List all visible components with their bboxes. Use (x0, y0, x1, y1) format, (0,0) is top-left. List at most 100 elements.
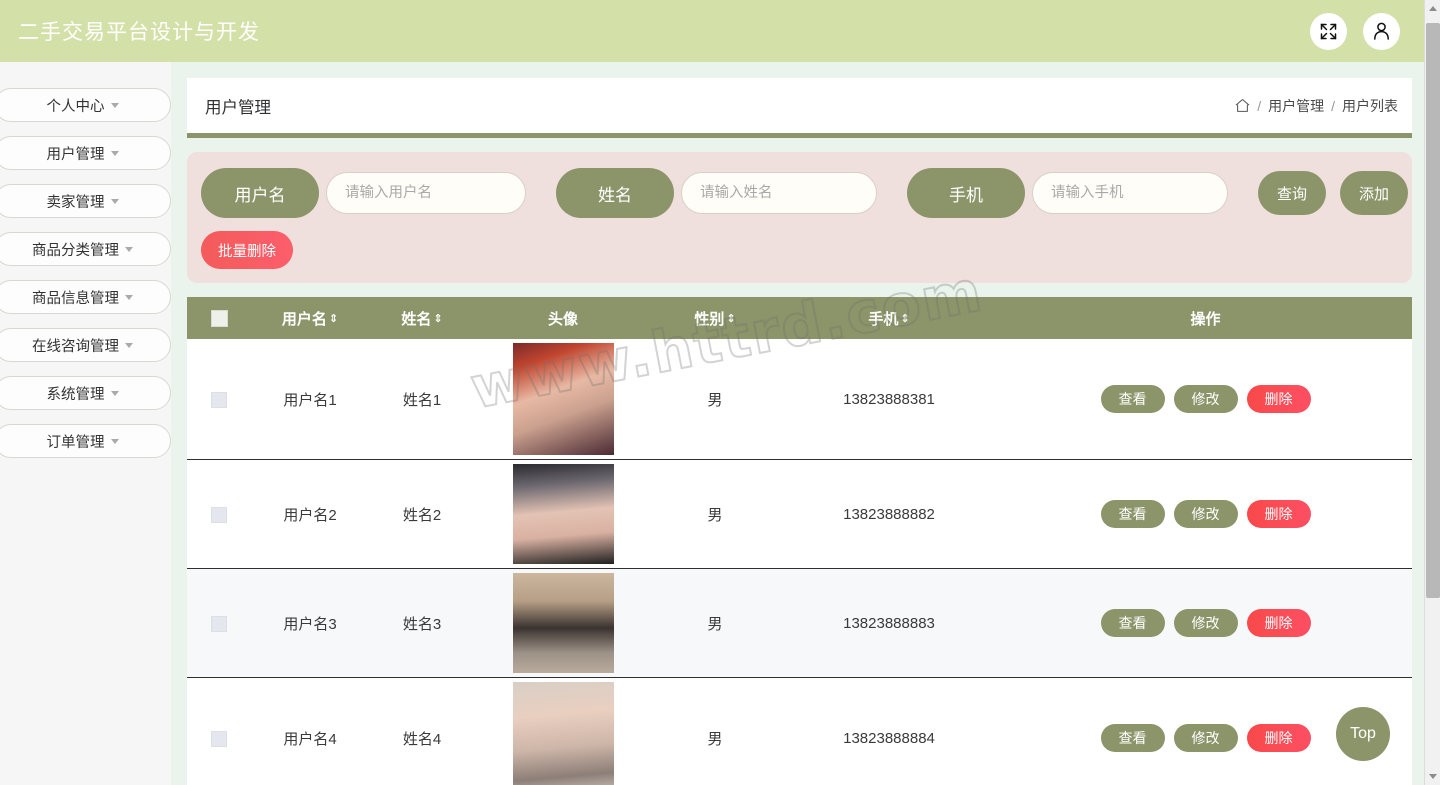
table-row: 用户名4 姓名4 男 13823888884 查看 修改 删除 (187, 677, 1412, 785)
chevron-down-icon (110, 198, 119, 204)
row-select-checkbox[interactable] (211, 506, 227, 523)
chevron-down-icon (110, 390, 119, 396)
view-button[interactable]: 查看 (1100, 385, 1165, 413)
cell-username: 用户名1 (251, 339, 369, 460)
app-root: 二手交易平台设计与开发 个人中心 用户管理 卖家管理 商品分类管理 商品信息管理… (0, 0, 1440, 785)
row-select-checkbox[interactable] (211, 391, 227, 408)
phone-input[interactable] (1032, 172, 1228, 214)
cell-gender: 男 (651, 677, 779, 785)
scrollbar-down-arrow[interactable] (1425, 768, 1440, 785)
breadcrumb: / 用户管理 / 用户列表 (1235, 96, 1398, 116)
cell-phone: 13823888882 (779, 459, 999, 569)
sort-icon-name[interactable]: ⇕ (433, 314, 442, 325)
edit-button[interactable]: 修改 (1173, 724, 1238, 752)
sidebar-item-label: 商品信息管理 (32, 290, 119, 307)
scrollbar-thumb[interactable] (1426, 23, 1440, 598)
page-header: 用户管理 / 用户管理 / 用户列表 (187, 78, 1412, 138)
cell-avatar (475, 677, 651, 785)
row-checkbox-cell (187, 339, 251, 460)
search-panel: 用户名 姓名 手机 查询 添加 批量删除 (187, 152, 1412, 283)
query-button[interactable]: 查询 (1258, 171, 1326, 215)
sort-icon-gender[interactable]: ⇕ (726, 314, 735, 325)
cell-username: 用户名3 (251, 568, 369, 678)
row-checkbox-cell (187, 568, 251, 678)
table-body: 用户名1 姓名1 男 13823888381 查看 修改 删除 用户名2 姓名2 男 1382388… (187, 339, 1412, 785)
back-to-top-button[interactable]: Top (1336, 707, 1390, 761)
view-button[interactable]: 查看 (1100, 724, 1165, 752)
column-header-phone[interactable]: 手机 ⇕ (779, 297, 999, 339)
cell-phone: 13823888381 (779, 339, 999, 460)
column-header-gender[interactable]: 性别 ⇕ (651, 297, 779, 339)
sidebar-item-3[interactable]: 商品分类管理 (0, 232, 171, 266)
breadcrumb-item-user-management[interactable]: 用户管理 (1268, 96, 1324, 116)
page-scrollbar[interactable] (1424, 0, 1440, 785)
home-icon[interactable] (1235, 98, 1250, 113)
user-icon (1373, 22, 1390, 40)
row-actions: 查看 修改 删除 (999, 500, 1412, 528)
sidebar-item-label: 卖家管理 (46, 194, 105, 211)
select-all-checkbox[interactable] (210, 309, 228, 327)
cell-avatar (475, 459, 651, 569)
row-actions: 查看 修改 删除 (999, 609, 1412, 637)
sidebar-item-1[interactable]: 用户管理 (0, 136, 171, 170)
delete-button[interactable]: 删除 (1246, 609, 1311, 637)
sort-icon-phone[interactable]: ⇕ (900, 314, 909, 325)
row-checkbox-cell (187, 459, 251, 569)
column-label-gender: 性别 (694, 310, 725, 328)
table-head: 用户名 ⇕ 姓名 ⇕ 头像 性别 ⇕ 手机 ⇕ 操作 (187, 297, 1412, 339)
add-button[interactable]: 添加 (1340, 171, 1408, 215)
username-input[interactable] (326, 172, 526, 214)
delete-button[interactable]: 删除 (1246, 385, 1311, 413)
edit-button[interactable]: 修改 (1173, 500, 1238, 528)
cell-operations: 查看 修改 删除 (999, 568, 1412, 678)
sidebar-menu: 个人中心用户管理卖家管理商品分类管理商品信息管理 在线咨询管理系统管理订单管理 (0, 88, 171, 458)
cell-operations: 查看 修改 删除 (999, 339, 1412, 460)
column-header-name[interactable]: 姓名 ⇕ (369, 297, 475, 339)
name-input[interactable] (681, 172, 877, 214)
cell-username: 用户名2 (251, 459, 369, 569)
user-avatar-button[interactable] (1363, 12, 1400, 50)
view-button[interactable]: 查看 (1100, 609, 1165, 637)
fullscreen-button[interactable] (1310, 12, 1347, 50)
delete-button[interactable]: 删除 (1246, 500, 1311, 528)
column-header-avatar: 头像 (475, 297, 651, 339)
sort-icon-username[interactable]: ⇕ (329, 314, 338, 325)
row-checkbox-cell (187, 677, 251, 785)
column-header-username[interactable]: 用户名 ⇕ (251, 297, 369, 339)
sidebar-item-5[interactable]: 在线咨询管理 (0, 328, 171, 362)
sidebar-item-0[interactable]: 个人中心 (0, 88, 171, 122)
chevron-down-icon (125, 342, 133, 348)
cell-phone: 13823888884 (779, 677, 999, 785)
cell-gender: 男 (651, 459, 779, 569)
scrollbar-up-arrow[interactable] (1425, 0, 1440, 17)
cell-name: 姓名2 (369, 459, 475, 569)
row-select-checkbox[interactable] (211, 730, 227, 747)
table-row: 用户名3 姓名3 男 13823888883 查看 修改 删除 (187, 568, 1412, 678)
sidebar-item-7[interactable]: 订单管理 (0, 424, 171, 458)
cell-gender: 男 (651, 339, 779, 460)
sidebar-item-label: 订单管理 (46, 434, 105, 451)
sidebar-item-6[interactable]: 系统管理 (0, 376, 171, 410)
cell-avatar (475, 339, 651, 460)
edit-button[interactable]: 修改 (1173, 385, 1238, 413)
batch-delete-button[interactable]: 批量删除 (201, 231, 293, 269)
cell-name: 姓名3 (369, 568, 475, 678)
header-actions (1310, 12, 1400, 50)
cell-phone: 13823888883 (779, 568, 999, 678)
sidebar-item-4[interactable]: 商品信息管理 (0, 280, 171, 314)
column-label-name: 姓名 (401, 310, 432, 328)
breadcrumb-item-user-list[interactable]: 用户列表 (1342, 96, 1398, 116)
edit-button[interactable]: 修改 (1173, 609, 1238, 637)
app-title: 二手交易平台设计与开发 (18, 21, 260, 44)
delete-button[interactable]: 删除 (1246, 724, 1311, 752)
view-button[interactable]: 查看 (1100, 500, 1165, 528)
sidebar-item-2[interactable]: 卖家管理 (0, 184, 171, 218)
table-row: 用户名1 姓名1 男 13823888381 查看 修改 删除 (187, 339, 1412, 460)
chevron-down-icon (125, 246, 133, 252)
sidebar-item-label: 用户管理 (46, 146, 105, 163)
chevron-down-icon (110, 438, 119, 444)
column-label-username: 用户名 (281, 310, 327, 328)
row-select-checkbox[interactable] (211, 615, 227, 632)
cell-avatar (475, 568, 651, 678)
sidebar-item-label: 在线咨询管理 (32, 338, 119, 355)
